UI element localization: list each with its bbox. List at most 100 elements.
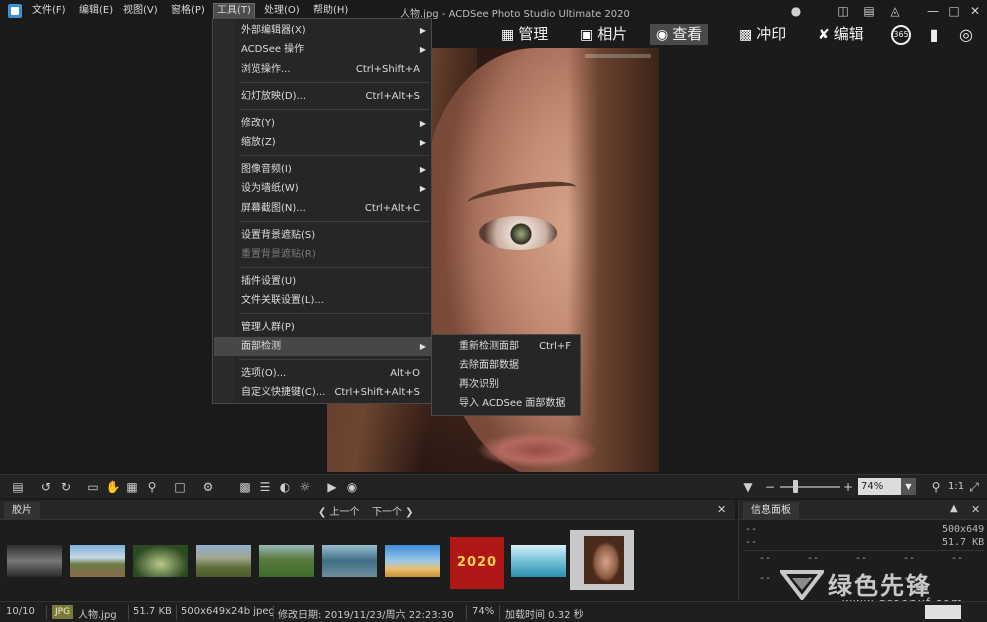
thumbnail[interactable] — [322, 545, 377, 577]
filmstrip-close-icon[interactable]: ✕ — [717, 503, 726, 516]
menu-item-label: 设为墙纸(W) — [241, 183, 299, 194]
info-value: -- — [745, 537, 758, 548]
menu-custom-shortcuts[interactable]: 自定义快捷键(C)... Ctrl+Shift+Alt+S — [214, 383, 432, 402]
menu-plugin-settings[interactable]: 插件设置(U) — [214, 272, 432, 291]
selection-icon[interactable]: ▦ — [124, 479, 140, 495]
save-icon[interactable]: ▤ — [10, 479, 26, 495]
info-panel-tab[interactable]: 信息面板 — [743, 502, 799, 520]
info-close-icon[interactable]: ✕ — [971, 503, 980, 516]
info-value: -- — [745, 524, 758, 535]
visibility-eye-icon[interactable]: ◎ — [955, 25, 977, 45]
menu-screenshot[interactable]: 屏幕截图(N)... Ctrl+Alt+C — [214, 199, 432, 218]
menu-image-audio[interactable]: 图像音频(I) ▶ — [214, 160, 432, 179]
filmstrip-tab[interactable]: 胶片 — [4, 502, 40, 520]
export-icon[interactable]: ▭ — [85, 479, 101, 495]
thumbnail[interactable] — [259, 545, 314, 577]
thumbnail[interactable] — [133, 545, 188, 577]
user-account-icon[interactable]: ● — [787, 2, 805, 20]
camera-icon[interactable]: ◉ — [344, 479, 360, 495]
previous-button[interactable]: ❮ 上一个 — [318, 503, 360, 518]
actual-size-button[interactable]: 1:1 — [948, 481, 964, 492]
selected-thumbnail[interactable] — [570, 530, 634, 590]
menu-slideshow[interactable]: 幻灯放映(D)... Ctrl+Alt+S — [214, 87, 432, 106]
layout-right-panel-icon[interactable]: ◬ — [886, 2, 904, 20]
menu-separator — [239, 313, 429, 314]
menu-view[interactable]: 视图(V) — [120, 4, 161, 18]
settings-gear-icon[interactable]: ⚙ — [200, 479, 216, 495]
menu-item-shortcut: Ctrl+F — [539, 341, 571, 352]
menu-item-shortcut: Ctrl+Shift+A — [355, 64, 420, 75]
menu-edit[interactable]: 编辑(E) — [76, 4, 116, 18]
zoom-slider-handle[interactable] — [793, 480, 798, 493]
zoom-out-icon[interactable]: − — [762, 479, 778, 495]
menu-acdsee-actions[interactable]: ACDSee 操作 ▶ — [214, 40, 432, 59]
dashboard-bar-chart-icon[interactable]: ▮ — [923, 25, 945, 45]
menu-zoom[interactable]: 缩放(Z) ▶ — [214, 133, 432, 152]
thumbnail[interactable] — [70, 545, 125, 577]
histogram-icon[interactable]: ▩ — [237, 479, 253, 495]
next-button[interactable]: 下一个 ❯ — [372, 503, 414, 518]
menu-browse-actions[interactable]: 浏览操作... Ctrl+Shift+A — [214, 60, 432, 79]
rotate-right-icon[interactable]: ↻ — [58, 479, 74, 495]
close-button[interactable]: ✕ — [966, 2, 984, 20]
zoom-slider-track[interactable] — [780, 486, 840, 488]
menu-process[interactable]: 处理(O) — [261, 4, 303, 18]
thumbnail[interactable] — [196, 545, 251, 577]
status-view-toggle-icon[interactable] — [925, 605, 961, 619]
rotate-left-icon[interactable]: ↺ — [38, 479, 54, 495]
photo-lips — [477, 430, 597, 470]
magnifier-icon[interactable]: ⚲ — [144, 479, 160, 495]
minimize-button[interactable]: — — [924, 2, 942, 20]
maximize-button[interactable]: □ — [945, 2, 963, 20]
menu-help[interactable]: 帮助(H) — [310, 4, 351, 18]
menu-item-label: 重置背景遮贴(R) — [241, 249, 316, 260]
zoom-level-select[interactable]: 74% ▼ — [858, 478, 916, 495]
thumbnail[interactable] — [385, 545, 440, 577]
menu-file-association[interactable]: 文件关联设置(L)... — [214, 291, 432, 310]
menu-tools[interactable]: 工具(T) — [213, 3, 255, 19]
menu-set-wallpaper[interactable]: 设为墙纸(W) ▶ — [214, 179, 432, 198]
menu-pane[interactable]: 窗格(P) — [168, 4, 208, 18]
mode-view-button[interactable]: ◉ 查看 — [650, 24, 709, 45]
color-wheel-icon[interactable]: ◐ — [277, 479, 293, 495]
menu-separator — [239, 359, 429, 360]
thumbnail[interactable]: 2020 — [450, 537, 504, 589]
mode-edit-button[interactable]: ✘ 编辑 — [812, 24, 870, 45]
submenu-remove-face-data[interactable]: 去除面部数据 — [433, 356, 581, 375]
submenu-redetect-faces[interactable]: 重新检测面部 Ctrl+F — [433, 337, 581, 356]
menu-external-editors[interactable]: 外部编辑器(X) ▶ — [214, 21, 432, 40]
play-slideshow-icon[interactable]: ▶ — [324, 479, 340, 495]
adjust-sliders-icon[interactable]: ☰ — [257, 479, 273, 495]
pin-icon[interactable]: ▲ — [950, 503, 958, 514]
previous-label: 上一个 — [329, 507, 360, 518]
menu-modify[interactable]: 修改(Y) ▶ — [214, 114, 432, 133]
submenu-recognize-again[interactable]: 再次识别 — [433, 375, 581, 394]
brightness-icon[interactable]: ☼ — [297, 479, 313, 495]
mode-manage-button[interactable]: ▦ 管理 — [495, 24, 554, 45]
menu-file[interactable]: 文件(F) — [29, 4, 69, 18]
zoom-magnifier-icon[interactable]: ⚲ — [928, 479, 944, 495]
mode-develop-button[interactable]: ▩ 冲印 — [733, 24, 792, 45]
submenu-import-face-data[interactable]: 导入 ACDSee 面部数据 — [433, 394, 581, 413]
thumbnail[interactable] — [7, 545, 62, 577]
menu-options[interactable]: 选项(O)... Alt+O — [214, 364, 432, 383]
menu-reset-background-matte: 重置背景遮贴(R) — [214, 245, 432, 264]
menu-set-background-matte[interactable]: 设置背景遮贴(S) — [214, 226, 432, 245]
menu-manage-people[interactable]: 管理人群(P) — [214, 318, 432, 337]
filmstrip-panel: 胶片 ❮ 上一个 下一个 ❯ ✕ 2020 — [0, 500, 735, 600]
title-menu-bar: 文件(F) 编辑(E) 视图(V) 窗格(P) 工具(T) 处理(O) 帮助(H… — [0, 0, 987, 22]
menu-face-detection[interactable]: 面部检测 ▶ — [214, 337, 432, 356]
dropdown-triangle-icon[interactable]: ▼ — [740, 479, 756, 495]
thumbnail[interactable] — [511, 545, 566, 577]
layout-left-panel-icon[interactable]: ◫ — [834, 2, 852, 20]
zoom-in-icon[interactable]: + — [840, 479, 856, 495]
layout-bottom-panel-icon[interactable]: ▤ — [860, 2, 878, 20]
info-grid-cell: -- — [759, 573, 772, 584]
fullscreen-icon[interactable]: ⤢ — [966, 479, 982, 495]
fit-screen-icon[interactable]: □ — [172, 479, 188, 495]
mode-photos-label: 相片 — [597, 25, 628, 43]
info-panel-header: 信息面板 ▲ ✕ — [739, 500, 987, 520]
hand-pan-icon[interactable]: ✋ — [105, 479, 121, 495]
acdsee-365-icon[interactable]: 365 — [891, 25, 911, 45]
mode-photos-button[interactable]: ▣ 相片 — [574, 24, 633, 45]
